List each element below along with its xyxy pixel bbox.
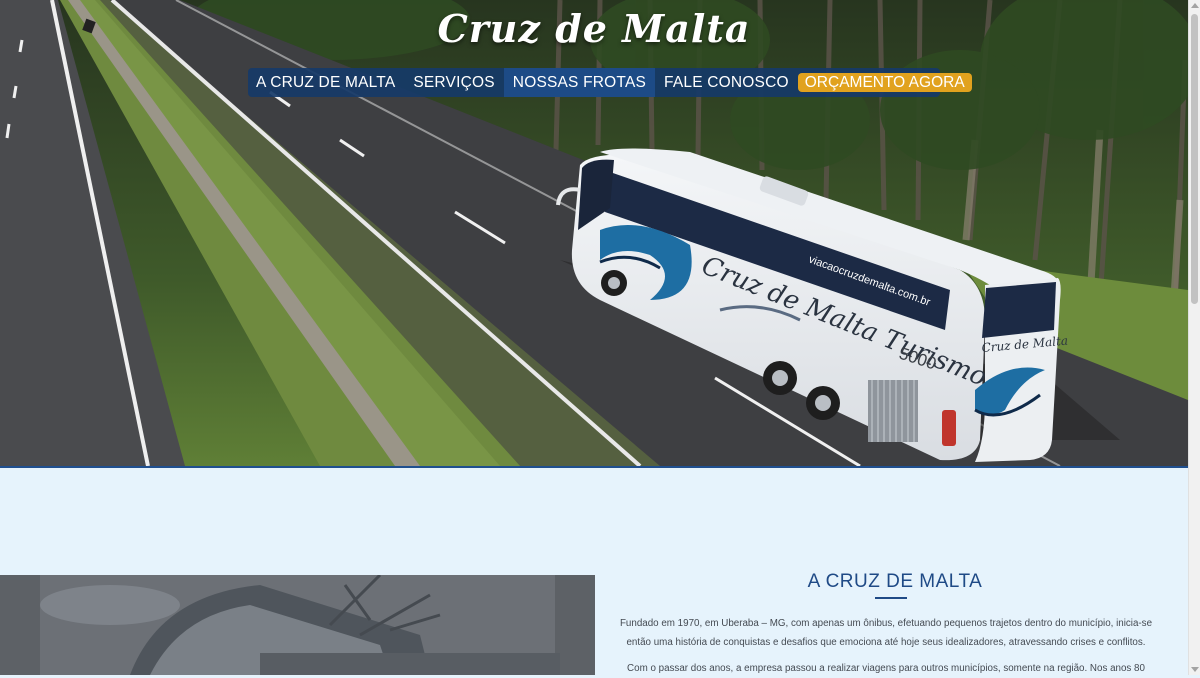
hero-bottom-border [0,466,1188,468]
main-navigation: A CRUZ DE MALTA SERVIÇOS NOSSAS FROTAS F… [248,68,972,97]
scroll-down-arrow-icon[interactable] [1191,667,1199,672]
nav-item-servicos[interactable]: SERVIÇOS [404,68,503,97]
scroll-up-arrow-icon[interactable] [1191,3,1199,8]
hero-banner: Cruz de Malta Turismo viacaocruzdemalta.… [0,0,1188,466]
about-company-photo [0,575,595,675]
title-underline [875,597,907,599]
scrollbar-thumb[interactable] [1191,14,1198,304]
bus-rear-brand-text: Cruz de Malta [981,333,1069,354]
about-paragraph-1: Fundado em 1970, em Uberaba – MG, com ap… [619,618,1153,648]
about-section-title: A CRUZ DE MALTA [807,571,983,592]
nav-item-a-cruz-de-malta[interactable]: A CRUZ DE MALTA [248,68,404,97]
quote-now-button[interactable]: ORÇAMENTO AGORA [797,73,972,92]
nav-item-fale-conosco[interactable]: FALE CONOSCO [655,68,798,97]
about-paragraph-2: Com o passar dos anos, a empresa passou … [627,663,1145,674]
page-scrollbar[interactable] [1188,0,1200,675]
nav-item-nossas-frotas[interactable]: NOSSAS FROTAS [503,68,656,97]
site-logo[interactable]: Cruz de Malta [0,6,1188,51]
